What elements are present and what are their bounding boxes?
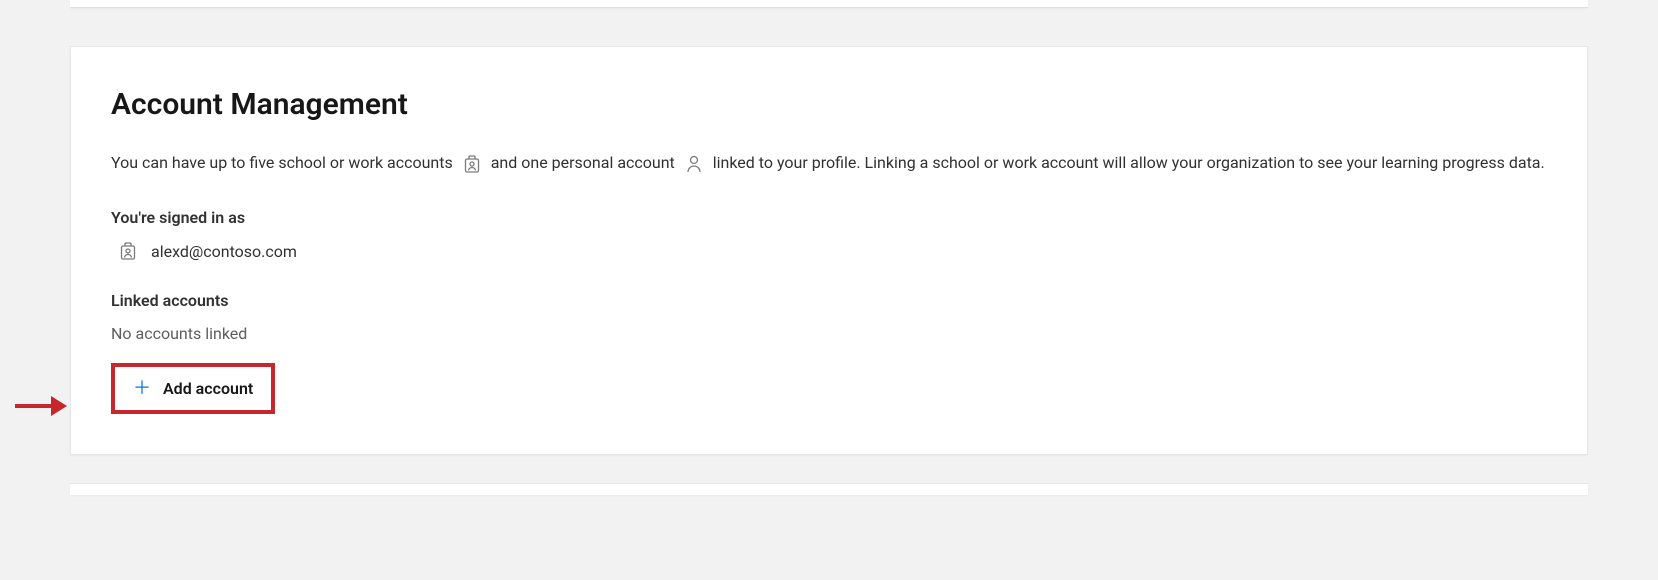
signed-in-email: alexd@contoso.com bbox=[151, 242, 297, 261]
person-icon bbox=[685, 154, 703, 174]
signed-in-account-row: alexd@contoso.com bbox=[119, 241, 1547, 261]
work-account-icon bbox=[119, 241, 137, 261]
section-title: Account Management bbox=[111, 87, 1547, 122]
account-management-card: Account Management You can have up to fi… bbox=[70, 46, 1588, 455]
previous-card-edge bbox=[70, 0, 1588, 8]
description-text-1: You can have up to five school or work a… bbox=[111, 153, 453, 172]
arrow-line bbox=[15, 404, 51, 408]
arrow-annotation bbox=[15, 396, 67, 416]
arrow-head-icon bbox=[51, 396, 67, 416]
no-accounts-linked-text: No accounts linked bbox=[111, 324, 1547, 343]
add-account-button[interactable]: ＋ Add account bbox=[117, 369, 269, 408]
description-text-2: and one personal account bbox=[491, 153, 675, 172]
add-account-label: Add account bbox=[163, 379, 253, 398]
next-card-edge bbox=[70, 483, 1588, 495]
add-account-highlight-box: ＋ Add account bbox=[111, 363, 275, 414]
signed-in-heading: You're signed in as bbox=[111, 208, 1547, 227]
work-account-icon bbox=[463, 154, 481, 174]
linked-accounts-heading: Linked accounts bbox=[111, 291, 1547, 310]
plus-icon: ＋ bbox=[133, 380, 151, 398]
description-text-3: linked to your profile. Linking a school… bbox=[713, 153, 1545, 172]
section-description: You can have up to five school or work a… bbox=[111, 148, 1547, 178]
